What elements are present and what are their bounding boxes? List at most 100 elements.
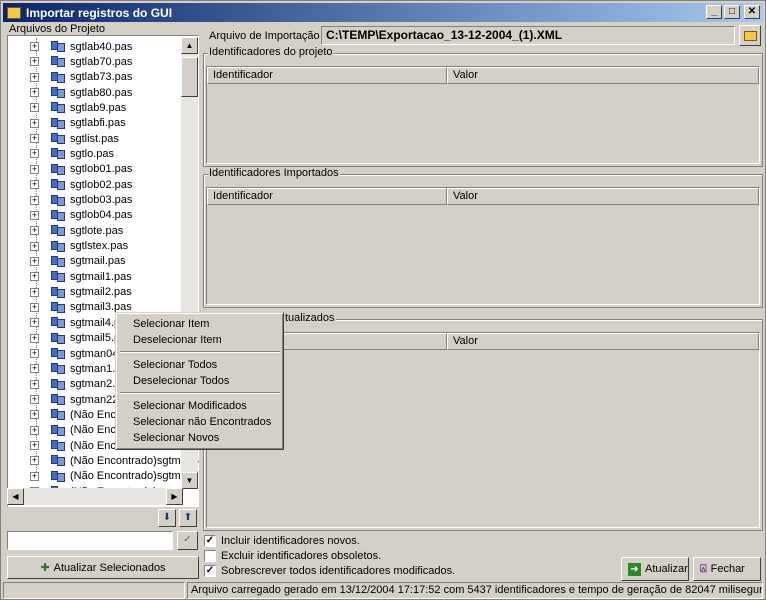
expand-plus-icon[interactable]: + bbox=[30, 149, 39, 159]
exclude-obsolete-checkbox[interactable] bbox=[204, 550, 216, 562]
expand-plus-icon[interactable]: + bbox=[30, 57, 39, 67]
tree-item[interactable]: + sgtlabfi.pas bbox=[7, 116, 181, 131]
update-selected-button[interactable]: ✚ Atualizar Selecionados bbox=[7, 556, 199, 579]
expand-plus-icon[interactable]: + bbox=[30, 441, 39, 451]
project-identifiers-grid[interactable]: Identificador Valor bbox=[206, 66, 760, 164]
expand-plus-icon[interactable]: + bbox=[30, 180, 39, 190]
open-file-button[interactable] bbox=[739, 25, 761, 46]
tree-item[interactable]: + sgtlist.pas bbox=[7, 131, 181, 146]
scroll-left-button[interactable]: ◀ bbox=[7, 488, 24, 505]
tree-item[interactable]: + sgtlob04.pas bbox=[7, 208, 181, 223]
overwrite-modified-checkbox[interactable]: ✓ bbox=[204, 565, 216, 577]
menu-select-item[interactable]: Selecionar Item bbox=[133, 316, 209, 332]
col-identifier[interactable]: Identificador bbox=[207, 67, 447, 84]
expand-plus-icon[interactable]: + bbox=[30, 302, 39, 312]
tree-item[interactable]: + (Não Encontrado)sgtman6 bbox=[7, 453, 199, 468]
expand-plus-icon[interactable]: + bbox=[30, 471, 39, 481]
expand-plus-icon[interactable]: + bbox=[30, 134, 39, 144]
expand-plus-icon[interactable]: + bbox=[30, 88, 39, 98]
maximize-button[interactable]: □ bbox=[724, 5, 740, 19]
expand-plus-icon[interactable]: + bbox=[30, 118, 39, 128]
tree-item[interactable]: + sgtlab73.pas bbox=[7, 70, 181, 85]
expand-plus-icon[interactable]: + bbox=[30, 395, 39, 405]
unit-file-icon bbox=[51, 209, 66, 221]
expand-plus-icon[interactable]: + bbox=[30, 72, 39, 82]
tree-item[interactable]: + sgtmail.pas bbox=[7, 254, 181, 269]
expand-plus-icon[interactable]: + bbox=[30, 210, 39, 220]
unit-file-icon bbox=[51, 362, 66, 375]
menu-select-modified[interactable]: Selecionar Modificados bbox=[133, 398, 247, 414]
unit-file-icon bbox=[51, 117, 66, 129]
col-value[interactable]: Valor bbox=[447, 333, 759, 350]
filter-input[interactable] bbox=[7, 531, 173, 550]
filter-check-icon: ✓ bbox=[183, 534, 192, 545]
filter-button[interactable]: ✓ bbox=[177, 531, 198, 550]
expand-plus-icon[interactable]: + bbox=[30, 42, 39, 51]
col-identifier[interactable]: Identificador bbox=[207, 188, 447, 205]
menu-select-not-found[interactable]: Selecionar não Encontrados bbox=[133, 414, 271, 430]
tree-item[interactable]: + sgtlote.pas bbox=[7, 223, 181, 238]
tree-item[interactable]: + sgtlstex.pas bbox=[7, 239, 181, 254]
expand-plus-icon[interactable]: + bbox=[30, 241, 39, 251]
tree-item[interactable]: + sgtlab80.pas bbox=[7, 85, 181, 100]
expand-plus-icon[interactable]: + bbox=[30, 195, 39, 205]
col-value[interactable]: Valor bbox=[447, 188, 759, 205]
tree-item[interactable]: + sgtlab70.pas bbox=[7, 54, 181, 69]
expand-plus-icon[interactable]: + bbox=[30, 333, 39, 343]
title-bar: Importar registros do GUI _ □ ✕ bbox=[3, 3, 763, 22]
move-up-button[interactable]: ⬆ bbox=[179, 509, 197, 527]
expand-plus-icon[interactable]: + bbox=[30, 410, 39, 420]
option-include-new[interactable]: ✓ Incluir identificadores novos. bbox=[204, 535, 360, 547]
move-down-button[interactable]: ⬇ bbox=[158, 509, 176, 527]
menu-deselect-all[interactable]: Deselecionar Todos bbox=[133, 373, 229, 389]
unit-file-icon bbox=[51, 316, 66, 329]
expand-plus-icon[interactable]: + bbox=[30, 103, 39, 113]
option-overwrite-modified[interactable]: ✓ Sobrescrever todos identificadores mod… bbox=[204, 565, 455, 577]
tree-horizontal-scrollbar[interactable]: ◀ ▶ bbox=[7, 488, 183, 505]
expand-plus-icon[interactable]: + bbox=[30, 318, 39, 328]
unit-file-icon bbox=[51, 194, 66, 206]
refresh-button[interactable]: ➔ Atualizar bbox=[621, 557, 689, 581]
tree-item[interactable]: + sgtlab40.pas bbox=[7, 39, 181, 54]
expand-plus-icon[interactable]: + bbox=[30, 287, 39, 297]
expand-plus-icon[interactable]: + bbox=[30, 456, 39, 466]
tree-item[interactable]: + (Não Encontrado)sgtman7 bbox=[7, 469, 199, 484]
tree-item-label: sgtlab70.pas bbox=[70, 55, 133, 68]
overwrite-modified-label: Sobrescrever todos identificadores modif… bbox=[221, 565, 456, 577]
include-new-checkbox[interactable]: ✓ bbox=[204, 535, 216, 547]
tree-item-label: (Não Encontrado)sgtman7 bbox=[70, 470, 200, 483]
expand-plus-icon[interactable]: + bbox=[30, 256, 39, 266]
tree-item[interactable]: + sgtlab9.pas bbox=[7, 100, 181, 115]
tree-item[interactable]: + sgtlob01.pas bbox=[7, 162, 181, 177]
scroll-right-button[interactable]: ▶ bbox=[166, 488, 183, 505]
unit-file-icon bbox=[51, 470, 66, 482]
scroll-up-button[interactable]: ▲ bbox=[181, 37, 198, 54]
scroll-thumb[interactable] bbox=[181, 57, 198, 97]
tree-item-label: sgtlob04.pas bbox=[70, 209, 133, 222]
tree-item[interactable]: + sgtmail1.pas bbox=[7, 269, 181, 284]
expand-plus-icon[interactable]: + bbox=[30, 379, 39, 389]
unit-file-icon bbox=[51, 424, 66, 436]
tree-item[interactable]: + sgtlob03.pas bbox=[7, 193, 181, 208]
menu-deselect-item[interactable]: Deselecionar Item bbox=[133, 332, 222, 348]
close-button[interactable]: ⍓ Fechar bbox=[693, 557, 761, 581]
tree-item[interactable]: + sgtlo.pas bbox=[7, 146, 181, 161]
expand-plus-icon[interactable]: + bbox=[30, 425, 39, 435]
scroll-down-button[interactable]: ▼ bbox=[181, 472, 198, 489]
updated-identifiers-grid[interactable]: Identificador Valor bbox=[206, 332, 760, 528]
tree-item[interactable]: + sgtmail2.pas bbox=[7, 285, 181, 300]
expand-plus-icon[interactable]: + bbox=[30, 226, 39, 236]
expand-plus-icon[interactable]: + bbox=[30, 272, 39, 282]
minimize-button[interactable]: _ bbox=[706, 5, 722, 19]
menu-select-all[interactable]: Selecionar Todos bbox=[133, 357, 217, 373]
close-window-button[interactable]: ✕ bbox=[744, 5, 760, 19]
expand-plus-icon[interactable]: + bbox=[30, 164, 39, 174]
col-value[interactable]: Valor bbox=[447, 67, 759, 84]
expand-plus-icon[interactable]: + bbox=[30, 364, 39, 374]
door-exit-icon: ⍓ bbox=[700, 562, 707, 575]
option-exclude-obsolete[interactable]: Excluir identificadores obsoletos. bbox=[204, 550, 381, 562]
expand-plus-icon[interactable]: + bbox=[30, 349, 39, 358]
imported-identifiers-grid[interactable]: Identificador Valor bbox=[206, 187, 760, 305]
menu-select-new[interactable]: Selecionar Novos bbox=[133, 430, 219, 446]
tree-item[interactable]: + sgtlob02.pas bbox=[7, 177, 181, 192]
